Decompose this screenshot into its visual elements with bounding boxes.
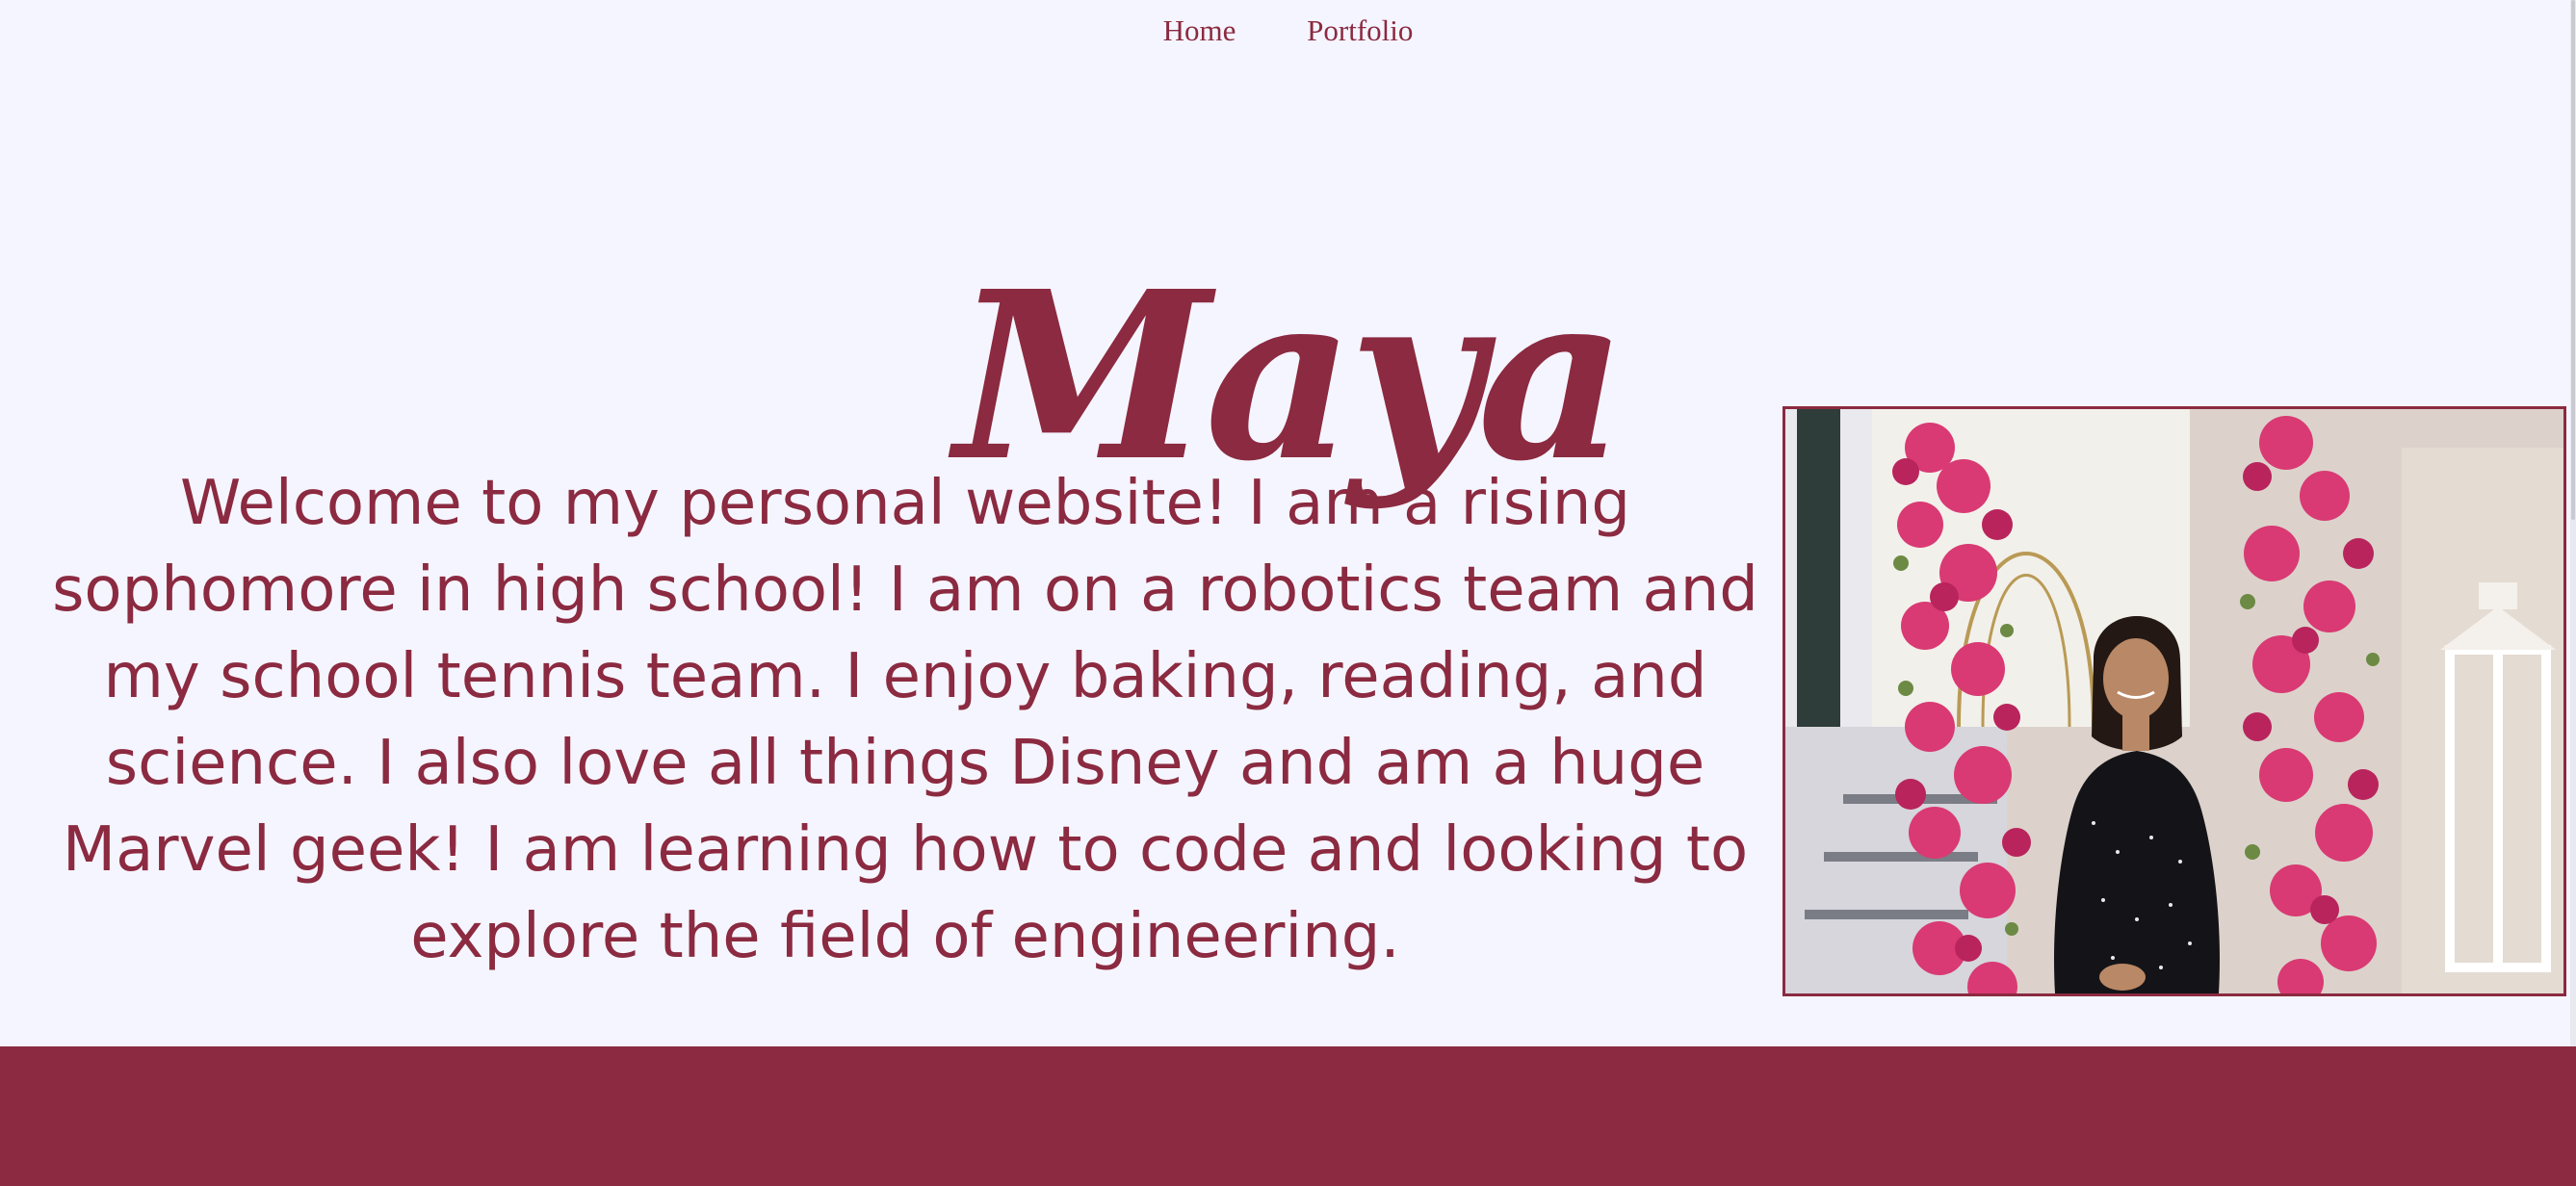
profile-photo-illustration	[1785, 409, 2563, 993]
vertical-scrollbar[interactable]	[2570, 0, 2576, 1046]
top-navigation: Home Portfolio	[0, 13, 2576, 48]
profile-photo	[1782, 406, 2566, 996]
scrollbar-thumb[interactable]	[2571, 0, 2575, 520]
nav-portfolio-link[interactable]: Portfolio	[1307, 13, 1413, 48]
intro-paragraph: Welcome to my personal website! I am a r…	[52, 468, 1758, 972]
footer-bar	[0, 1046, 2576, 1186]
nav-home-link[interactable]: Home	[1163, 13, 1236, 48]
